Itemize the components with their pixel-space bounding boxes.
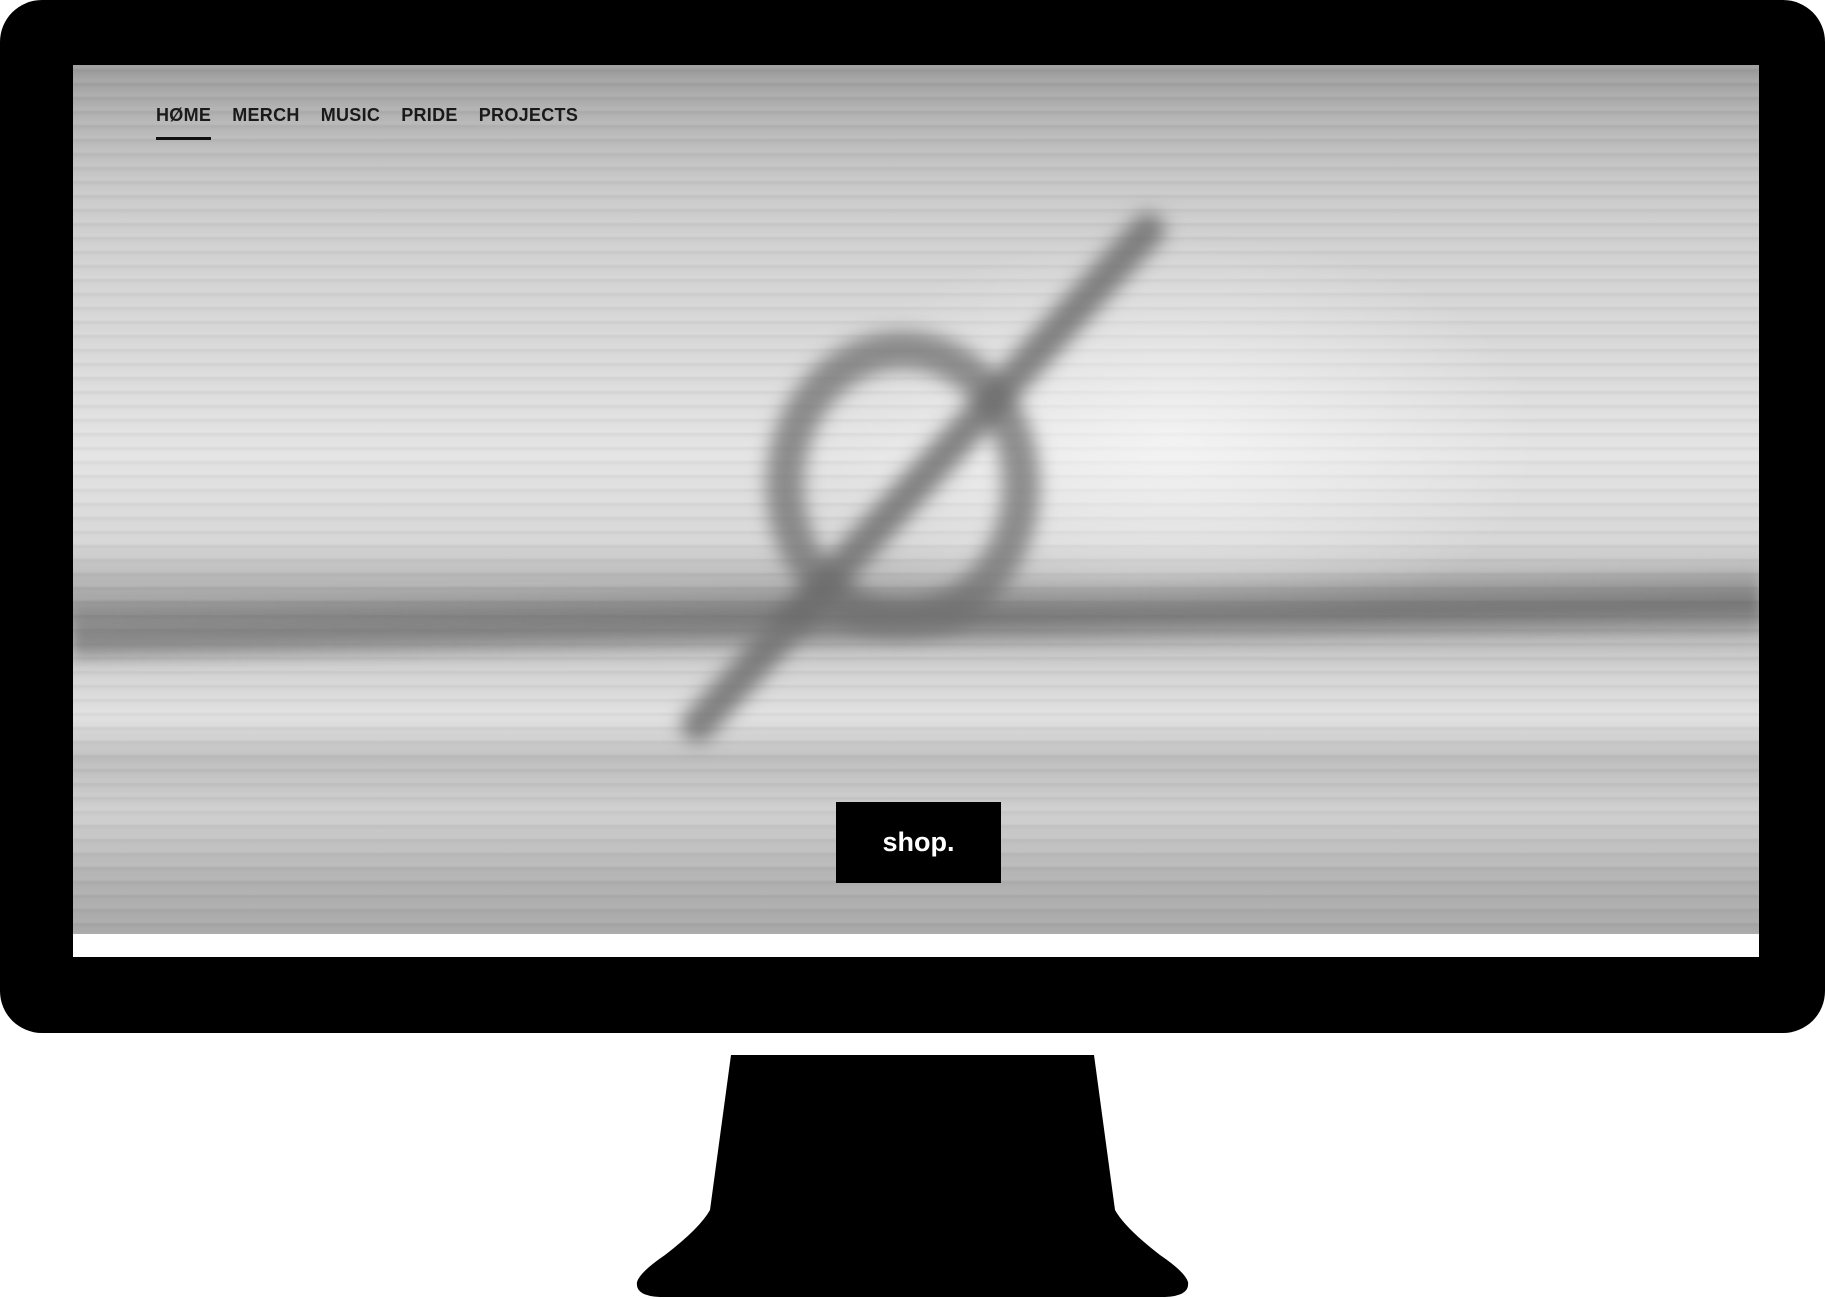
monitor-stand: [636, 1055, 1189, 1297]
monitor-mockup: HØME MERCH MUSIC PRIDE PROJECTS shop.: [0, 0, 1825, 1299]
